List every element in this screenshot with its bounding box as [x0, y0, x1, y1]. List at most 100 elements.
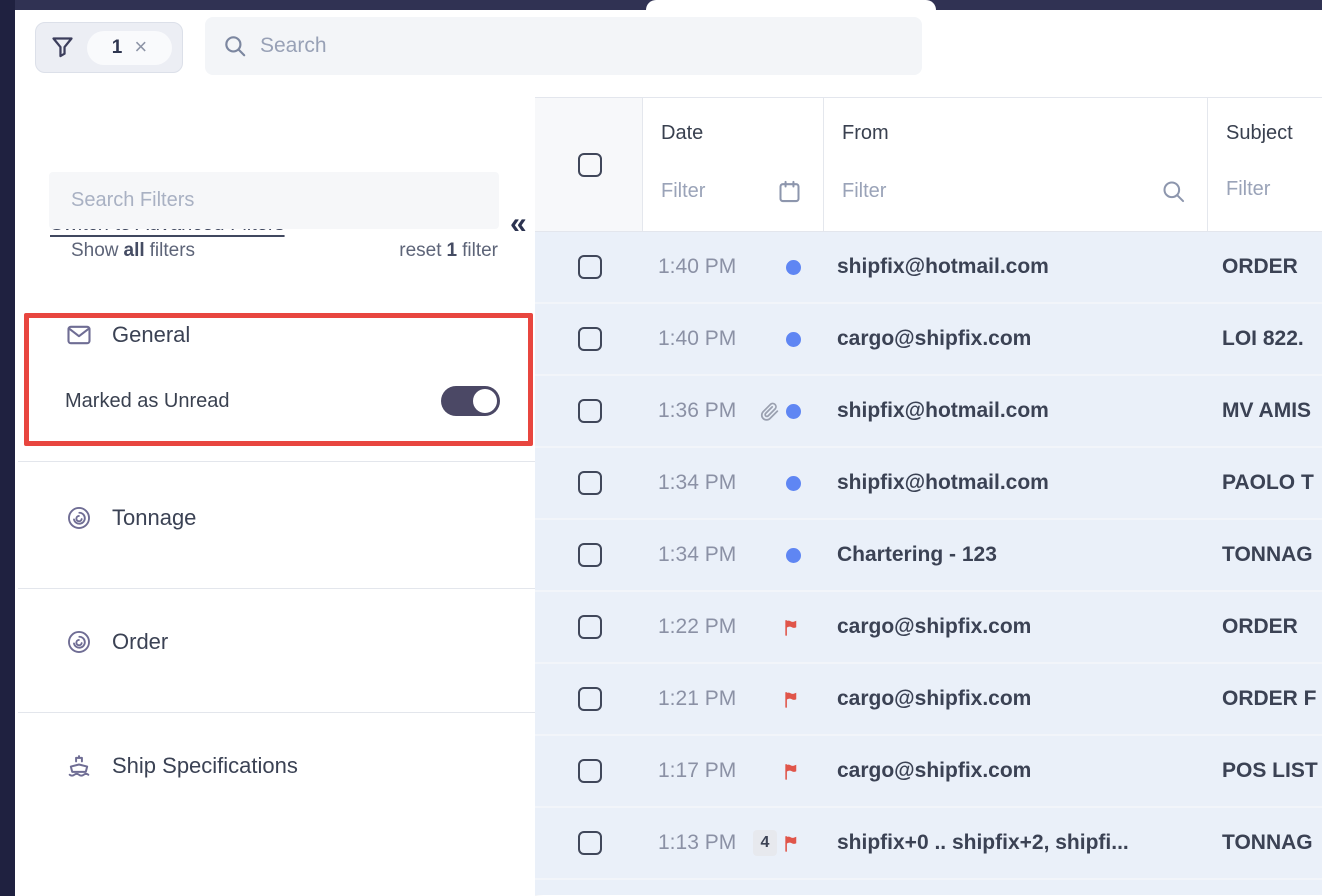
row-date-cell: 1:40 PM [643, 304, 824, 374]
row-checkbox[interactable] [578, 327, 602, 351]
row-checkbox[interactable] [578, 543, 602, 567]
section-ship-specifications-title: Ship Specifications [112, 753, 298, 779]
row-subject-cell: TONNAG [1208, 520, 1322, 590]
reset-filter-link[interactable]: reset1filter [399, 240, 498, 262]
row-checkbox-cell [535, 520, 643, 590]
email-subject: TONNAG [1222, 831, 1313, 855]
show-all-filters-link[interactable]: Showallfilters [71, 240, 195, 262]
section-divider [18, 588, 535, 589]
email-time: 1:22 PM [658, 615, 736, 639]
row-date-cell: 1:36 PM [643, 376, 824, 446]
column-label-date[interactable]: Date [661, 122, 703, 145]
row-checkbox[interactable] [578, 399, 602, 423]
filter-search-input[interactable] [49, 189, 499, 212]
section-tonnage[interactable]: Tonnage [65, 504, 196, 532]
app-window: 1 × Switch to Advanced Filters « Showall… [0, 0, 1322, 896]
email-row[interactable]: 1:17 PMcargo@shipfix.comPOS LIST [535, 736, 1322, 808]
mail-table: Date From Subject [535, 97, 1322, 896]
row-checkbox-cell [535, 232, 643, 302]
search-icon[interactable] [1160, 178, 1187, 205]
email-row[interactable]: 1:34 PM Chartering - 123 TONNAG [535, 520, 1322, 592]
filter-search [49, 172, 499, 229]
row-checkbox-cell [535, 736, 643, 806]
row-from-cell: shipfix@hotmail.com [824, 448, 1208, 518]
row-date-cell: 1:40 PM [643, 232, 824, 302]
active-filter-chip[interactable]: 1 × [35, 22, 183, 73]
email-sender: Chartering - 123 [837, 543, 997, 567]
clear-filter-icon[interactable]: × [134, 36, 147, 58]
email-row[interactable]: 1:22 PM cargo@shipfix.com ORDER [535, 592, 1322, 664]
row-checkbox[interactable] [578, 255, 602, 279]
column-label-from[interactable]: From [842, 122, 889, 145]
date-filter-input[interactable] [661, 180, 776, 203]
ship-icon [65, 752, 93, 780]
row-subject-cell: LOI 822. [1208, 304, 1322, 374]
thread-count-badge: 4 [753, 830, 777, 856]
row-checkbox[interactable] [578, 759, 602, 783]
row-checkbox[interactable] [578, 615, 602, 639]
email-time: 1:40 PM [658, 327, 736, 351]
row-date-cell: 1:22 PM [643, 592, 824, 662]
email-sender: cargo@shipfix.com [837, 327, 1031, 351]
section-order[interactable]: Order [65, 628, 168, 656]
email-subject: PAOLO T [1222, 471, 1314, 495]
row-indicators: 4 [753, 830, 801, 856]
collapse-panel-icon[interactable]: « [510, 207, 527, 241]
email-time: 1:34 PM [658, 543, 736, 567]
header-from: From [824, 98, 1208, 231]
section-tonnage-title: Tonnage [112, 505, 196, 531]
row-checkbox-cell [535, 304, 643, 374]
flag-icon [782, 690, 801, 709]
row-indicators [786, 476, 801, 491]
spiral-icon [65, 504, 93, 532]
row-from-cell: cargo@shipfix.com [824, 592, 1208, 662]
column-label-subject[interactable]: Subject [1226, 122, 1293, 145]
unread-dot-icon [786, 548, 801, 563]
mail-table-header: Date From Subject [535, 97, 1322, 232]
email-subject: MV AMIS [1222, 399, 1311, 423]
date-filter [661, 178, 809, 205]
header-checkbox-cell [535, 98, 643, 231]
section-ship-specifications[interactable]: Ship Specifications [65, 752, 298, 780]
row-from-cell: shipfix@hotmail.com [824, 376, 1208, 446]
email-subject: ORDER [1222, 615, 1298, 639]
row-date-cell: 1:34 PM [643, 448, 824, 518]
email-row[interactable]: 1:40 PMshipfix@hotmail.comORDER [535, 232, 1322, 304]
row-date-cell: 1:34 PM [643, 520, 824, 590]
flag-icon [782, 834, 801, 853]
row-indicators [782, 618, 801, 637]
email-row-partial [535, 880, 1322, 895]
subject-filter-input[interactable] [1226, 178, 1308, 201]
email-subject: TONNAG [1222, 543, 1313, 567]
row-subject-cell: POS LIST [1208, 736, 1322, 806]
email-row[interactable]: 1:13 PM4shipfix+0 .. shipfix+2, shipfi..… [535, 808, 1322, 880]
spiral-icon [65, 628, 93, 656]
unread-dot-icon [786, 332, 801, 347]
unread-dot-icon [786, 260, 801, 275]
select-all-checkbox[interactable] [578, 153, 602, 177]
row-checkbox[interactable] [578, 831, 602, 855]
tutorial-highlight-box [24, 313, 533, 446]
funnel-icon [49, 34, 76, 61]
email-sender: shipfix+0 .. shipfix+2, shipfi... [837, 831, 1129, 855]
row-checkbox[interactable] [578, 471, 602, 495]
email-time: 1:21 PM [658, 687, 736, 711]
email-row[interactable]: 1:34 PMshipfix@hotmail.com PAOLO T [535, 448, 1322, 520]
header-date: Date [643, 98, 824, 231]
calendar-icon[interactable] [776, 178, 803, 205]
email-row[interactable]: 1:21 PM cargo@shipfix.com ORDER F [535, 664, 1322, 736]
from-filter [842, 178, 1193, 205]
filter-count: 1 [112, 37, 123, 59]
search-input[interactable] [248, 34, 922, 58]
show-reset-row: Showallfilters reset1filter [15, 240, 535, 262]
row-checkbox[interactable] [578, 687, 602, 711]
row-subject-cell: ORDER F [1208, 664, 1322, 734]
email-row[interactable]: 1:36 PMshipfix@hotmail.com MV AMIS [535, 376, 1322, 448]
row-from-cell: cargo@shipfix.com [824, 664, 1208, 734]
email-row[interactable]: 1:40 PM cargo@shipfix.com LOI 822. [535, 304, 1322, 376]
row-from-cell: cargo@shipfix.com [824, 736, 1208, 806]
row-subject-cell: PAOLO T [1208, 448, 1322, 518]
from-filter-input[interactable] [842, 180, 1160, 203]
email-sender: cargo@shipfix.com [837, 687, 1031, 711]
top-chrome-notch [646, 0, 936, 10]
